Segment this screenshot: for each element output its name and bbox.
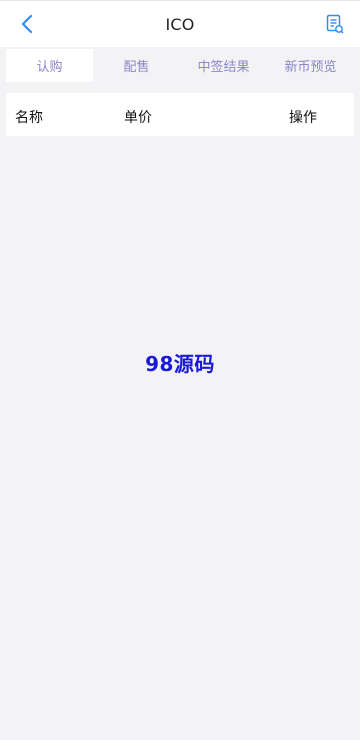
tab-placement[interactable]: 配售 xyxy=(93,49,180,82)
tab-subscribe[interactable]: 认购 xyxy=(6,49,93,82)
records-button[interactable] xyxy=(324,13,346,35)
tab-bar: 认购 配售 中签结果 新币预览 xyxy=(0,47,360,84)
watermark-text: 98源码 xyxy=(145,352,215,376)
ico-page: ICO 认购 配售 中签结果 新币预览 名称 单价 操作 98源码 xyxy=(0,0,360,740)
column-header-name: 名称 xyxy=(15,110,43,126)
tab-lottery-results[interactable]: 中签结果 xyxy=(180,49,267,82)
document-list-icon xyxy=(326,14,344,34)
page-title: ICO xyxy=(165,15,195,34)
column-header-price: 单价 xyxy=(124,110,152,126)
table-header: 名称 单价 操作 xyxy=(6,93,354,136)
column-header-action: 操作 xyxy=(289,110,317,126)
top-bar: ICO xyxy=(0,0,360,47)
tab-new-coin-preview[interactable]: 新币预览 xyxy=(267,49,354,82)
